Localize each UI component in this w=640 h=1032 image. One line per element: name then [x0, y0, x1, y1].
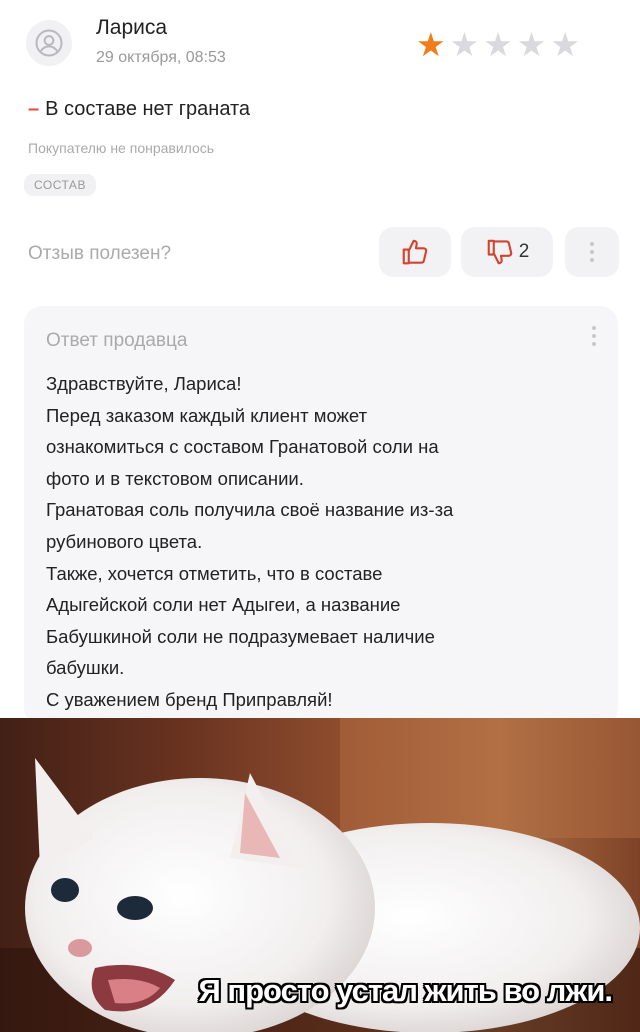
like-button[interactable] [379, 227, 451, 277]
star-icon: ★ [416, 26, 446, 63]
meme-caption: Я просто устал жить во лжи. [198, 973, 613, 1008]
reply-line: фото и в текстовом описании. [46, 467, 304, 489]
verdict-text: Покупателю не понравилось [28, 140, 215, 156]
reply-line: Гранатовая соль получила своё название и… [46, 499, 454, 521]
reply-line: рубинового цвета. [46, 530, 203, 552]
meme-image: Я просто устал жить во лжи. [0, 718, 640, 1032]
review-card: Лариса 29 октября, 08:53 ★ ★ ★ ★ ★ – В со… [0, 0, 640, 726]
more-vertical-icon [590, 242, 594, 262]
helpful-question: Отзыв полезен? [28, 243, 172, 264]
review-date: 29 октября, 08:53 [96, 49, 226, 66]
star-icon: ★ [483, 26, 513, 63]
user-icon [35, 29, 63, 57]
seller-reply-title: Ответ продавца [46, 330, 188, 351]
thumbs-down-icon [487, 239, 512, 265]
dislike-count: 2 [518, 241, 530, 262]
tag-chip[interactable]: СОСТАВ [24, 174, 96, 196]
star-icon: ★ [516, 26, 547, 63]
cons-marker: – [28, 98, 40, 120]
star-icon: ★ [550, 26, 580, 63]
more-vertical-icon [592, 326, 596, 346]
reply-line: Адыгейской соли нет Адыгеи, а название [46, 594, 401, 616]
cons-line: – В составе нет граната [28, 98, 250, 121]
reply-line: бабушки. [46, 657, 125, 679]
more-options-button[interactable] [565, 227, 619, 277]
reply-line: Бабушкиной соли не подразумевает наличие [46, 625, 435, 647]
thumbs-up-icon [402, 239, 428, 265]
reply-line: Перед заказом каждый клиент может [46, 404, 368, 426]
star-icon: ★ [449, 26, 480, 63]
avatar [26, 20, 72, 66]
reply-line: Здравствуйте, Лариса! [46, 373, 242, 394]
cons-text: В составе нет граната [45, 98, 251, 120]
author-name: Лариса [96, 16, 168, 39]
reply-line: ознакомиться с составом Гранатовой соли … [46, 436, 439, 458]
seller-reply-text: Здравствуйте, Лариса! Перед заказом кажд… [46, 368, 606, 716]
reply-line: С уважением бренд Приправляй! [46, 688, 333, 710]
reply-line: Также, хочется отметить, что в составе [46, 562, 383, 584]
rating-stars: ★ ★ ★ ★ ★ [416, 28, 580, 61]
seller-reply-card: Ответ продавца Здравствуйте, Лариса! Пер… [24, 306, 618, 726]
dislike-button[interactable]: 2 [461, 227, 553, 277]
reply-more-button[interactable] [592, 326, 596, 346]
